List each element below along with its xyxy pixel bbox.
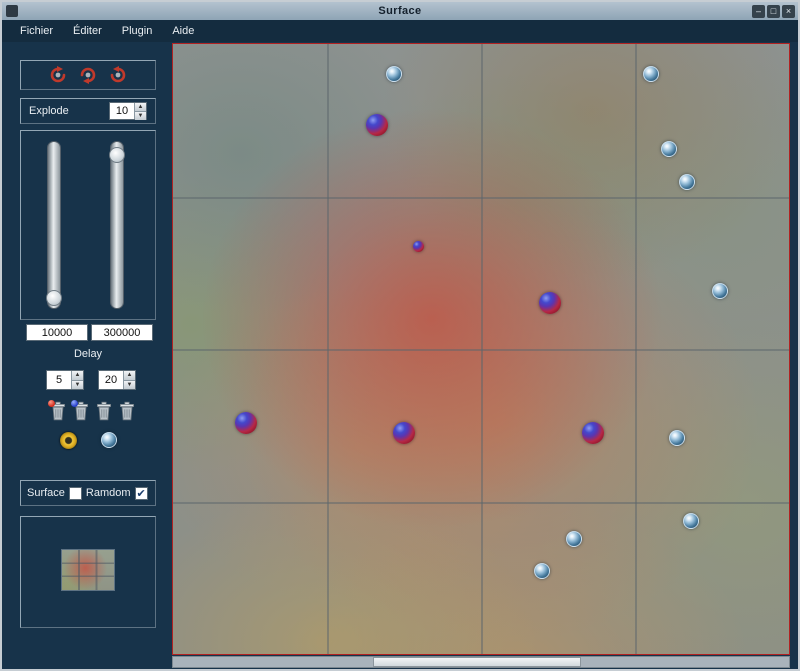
surface-checkbox-label: Surface	[27, 487, 65, 499]
blue-sphere[interactable]	[643, 66, 659, 82]
delay2-down-arrow[interactable]: ▼	[124, 380, 135, 390]
app-window: Surface – □ × Fichier Éditer Plugin Aide	[0, 0, 800, 671]
options-group: Surface Ramdom ✔	[20, 480, 156, 506]
menu-plugin[interactable]: Plugin	[112, 22, 163, 40]
delay-spinbox-1[interactable]: ▲ ▼	[46, 370, 84, 390]
titlebar: Surface – □ ×	[2, 2, 798, 20]
rotate-center-icon[interactable]	[78, 65, 98, 85]
window-title: Surface	[2, 5, 798, 17]
red-sphere[interactable]	[235, 412, 257, 434]
explode-up-arrow[interactable]: ▲	[135, 103, 146, 111]
slider-left-knob[interactable]	[46, 290, 62, 306]
blue-ball-icon	[71, 400, 78, 407]
red-sphere[interactable]	[393, 422, 415, 444]
trash-icon[interactable]	[117, 400, 137, 422]
explode-label: Explode	[29, 105, 69, 117]
value-field-right[interactable]	[91, 324, 153, 341]
blue-sphere[interactable]	[661, 141, 677, 157]
blue-sphere[interactable]	[669, 430, 685, 446]
explode-spinbox[interactable]: ▲ ▼	[109, 102, 147, 120]
random-checkbox-label: Ramdom	[86, 487, 131, 499]
menubar: Fichier Éditer Plugin Aide	[2, 20, 798, 42]
delay-input-2[interactable]	[99, 371, 123, 389]
explode-input[interactable]	[110, 103, 134, 119]
slider-right-knob[interactable]	[109, 147, 125, 163]
trash-icon[interactable]	[94, 400, 114, 422]
menu-fichier[interactable]: Fichier	[10, 22, 63, 40]
main-content: Explode ▲ ▼ Delay ▲	[2, 42, 798, 669]
explode-group: Explode ▲ ▼	[20, 98, 156, 124]
blue-sphere[interactable]	[534, 563, 550, 579]
hscroll-thumb[interactable]	[373, 657, 581, 667]
red-sphere[interactable]	[366, 114, 388, 136]
blue-sphere[interactable]	[679, 174, 695, 190]
delay2-up-arrow[interactable]: ▲	[124, 371, 135, 380]
random-checkbox[interactable]: ✔	[135, 487, 148, 500]
slider-left[interactable]	[47, 141, 61, 309]
value-field-left[interactable]	[26, 324, 88, 341]
blue-sphere[interactable]	[712, 283, 728, 299]
trash-toolbar	[48, 400, 137, 422]
sphere-layer	[173, 44, 789, 654]
maximize-button[interactable]: □	[767, 5, 780, 18]
trash-red-icon[interactable]	[48, 400, 68, 422]
red-ball-icon	[48, 400, 55, 407]
rotate-ccw-icon[interactable]	[48, 65, 68, 85]
delay1-up-arrow[interactable]: ▲	[72, 371, 83, 380]
surface-preview-thumbnail[interactable]	[61, 549, 115, 591]
trash-blue-icon[interactable]	[71, 400, 91, 422]
blue-sphere[interactable]	[386, 66, 402, 82]
slider-right[interactable]	[110, 141, 124, 309]
rotate-toolbar	[20, 60, 156, 90]
menu-editer[interactable]: Éditer	[63, 22, 112, 40]
horizontal-scrollbar[interactable]	[172, 656, 790, 668]
close-button[interactable]: ×	[782, 5, 795, 18]
surface-checkbox[interactable]	[69, 487, 82, 500]
sliders-group	[20, 130, 156, 320]
surface-canvas[interactable]	[172, 43, 790, 655]
blue-sphere[interactable]	[683, 513, 699, 529]
minimize-button[interactable]: –	[752, 5, 765, 18]
red-sphere[interactable]	[413, 241, 424, 252]
blue-sphere-button[interactable]	[101, 432, 117, 448]
delay-input-1[interactable]	[47, 371, 71, 389]
explode-down-arrow[interactable]: ▼	[135, 111, 146, 120]
blue-sphere[interactable]	[566, 531, 582, 547]
delay-label: Delay	[20, 348, 156, 360]
red-sphere[interactable]	[539, 292, 561, 314]
rotate-cw-icon[interactable]	[108, 65, 128, 85]
delay-spinbox-2[interactable]: ▲ ▼	[98, 370, 136, 390]
red-sphere[interactable]	[582, 422, 604, 444]
delay1-down-arrow[interactable]: ▼	[72, 380, 83, 390]
preview-group	[20, 516, 156, 628]
yellow-ring-button[interactable]	[60, 432, 77, 449]
menu-aide[interactable]: Aide	[162, 22, 204, 40]
